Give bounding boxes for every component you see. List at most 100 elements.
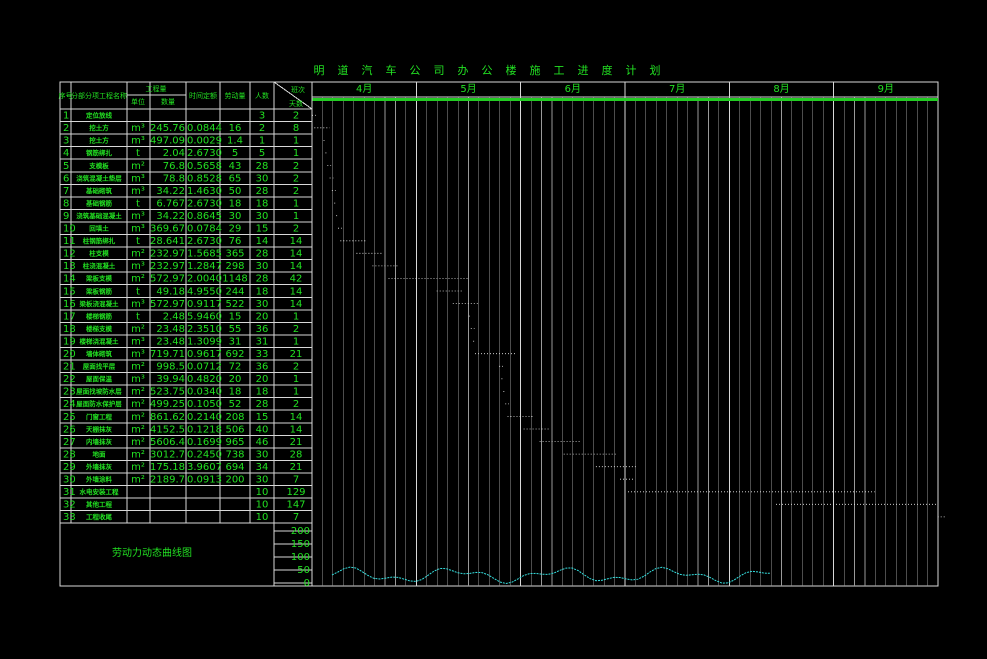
row-workers: 10 [256,500,269,511]
row-quota: 3.9607 [187,462,222,473]
row-labor: 244 [225,286,244,297]
row-task-name: 屋面找坡防水层 [76,387,122,396]
labor-y-tick: 0 [304,578,310,589]
row-workers: 28 [256,161,269,172]
row-workers: 18 [256,286,269,297]
row-number: 24 [63,399,76,410]
row-days: 7 [293,475,299,486]
row-number: 22 [63,374,76,385]
row-workers: 10 [256,487,269,498]
row-number: 13 [63,261,76,272]
row-labor: 694 [225,462,244,473]
row-unit: t [136,311,140,322]
row-unit: m² [131,161,145,172]
row-amount: 719.71 [150,349,185,360]
row-task-name: 外墙涂料 [86,475,113,484]
row-task-name: 回填土 [89,224,109,233]
row-workers: 2 [259,123,265,134]
row-labor: 43 [229,161,242,172]
row-days: 14 [290,412,303,423]
row-workers: 18 [256,198,269,209]
row-amount: 34.22 [156,211,185,222]
row-task-name: 水电安装工程 [80,487,120,496]
row-unit: m² [131,387,145,398]
row-labor: 522 [225,299,244,310]
row-unit: m³ [131,336,145,347]
row-days: 14 [290,261,303,272]
row-quota: 0.8645 [187,211,222,222]
row-unit: m² [131,437,145,448]
row-task-name: 地面 [93,449,107,458]
row-labor: 18 [229,387,242,398]
row-amount: 2.48 [163,311,185,322]
row-task-name: 定位放线 [85,111,113,120]
row-quota: 0.0913 [187,475,222,486]
row-workers: 28 [256,399,269,410]
row-labor: 200 [225,475,244,486]
row-unit: m³ [131,123,145,134]
row-workers: 10 [256,512,269,523]
header-name: 分部分项工程名称 [71,91,127,100]
row-labor: 16 [229,123,242,134]
row-number: 1 [63,111,69,122]
row-quota: 0.0029 [187,136,222,147]
row-days: 21 [290,349,303,360]
row-workers: 15 [256,412,269,423]
row-days: 21 [290,437,303,448]
row-task-name: 楼梯浇混凝土 [80,336,120,345]
row-task-name: 墙体砌筑 [86,349,113,358]
row-labor: 50 [229,186,242,197]
row-unit: m³ [131,224,145,235]
row-quota: 5.9460 [187,311,222,322]
row-unit: m³ [131,299,145,310]
row-unit: m² [131,462,145,473]
row-task-name: 挖土方 [89,136,109,145]
row-number: 33 [63,512,76,523]
row-workers: 30 [256,475,269,486]
row-number: 28 [63,449,76,460]
schedule-sheet: 4月 5月 6月 7月 8月 9月序号分部分项工程名称工程量单位 数量时间定额 劳动量 人数班次… [59,81,945,589]
row-number: 16 [63,299,76,310]
row-quota: 0.2450 [187,449,222,460]
row-unit: m² [131,249,145,260]
row-quota: 0.9617 [187,349,222,360]
row-quota: 0.4820 [187,374,222,385]
row-quota: 0.2140 [187,412,222,423]
row-days: 2 [293,186,299,197]
gantt-header-ruler [312,98,938,101]
row-quota: 1.5685 [187,249,222,260]
row-days: 2 [293,362,299,373]
month-label-1: 4月 [356,83,372,95]
row-task-name: 屋面找平层 [83,362,116,371]
row-days: 14 [290,299,303,310]
row-labor: 52 [229,399,242,410]
row-quota: 0.0340 [187,387,222,398]
row-amount: 34.22 [156,186,185,197]
row-days: 1 [293,136,299,147]
row-number: 19 [63,336,76,347]
row-amount: 3012.7 [150,449,185,460]
row-number: 2 [63,123,69,134]
row-quota: 0.1050 [187,399,222,410]
row-quota: 2.3510 [187,324,222,335]
labor-y-tick: 150 [291,539,310,550]
row-amount: 4152.5 [150,424,185,435]
row-labor: 298 [225,261,244,272]
row-workers: 30 [256,211,269,222]
row-number: 30 [63,475,76,486]
header-qty: 工程量 [146,84,167,93]
month-label-5: 8月 [773,83,789,95]
row-labor: 31 [229,336,242,347]
row-task-name: 门窗工程 [86,412,113,421]
row-days: 1 [293,374,299,385]
row-unit: t [136,198,140,209]
row-amount: 523.75 [150,387,185,398]
row-number: 12 [63,249,76,260]
row-workers: 46 [256,437,269,448]
row-days: 129 [286,487,305,498]
row-number: 14 [63,274,76,285]
row-unit: m² [131,274,145,285]
row-labor: 15 [229,311,242,322]
row-unit: t [136,286,140,297]
row-task-name: 屋面保温 [86,374,113,383]
